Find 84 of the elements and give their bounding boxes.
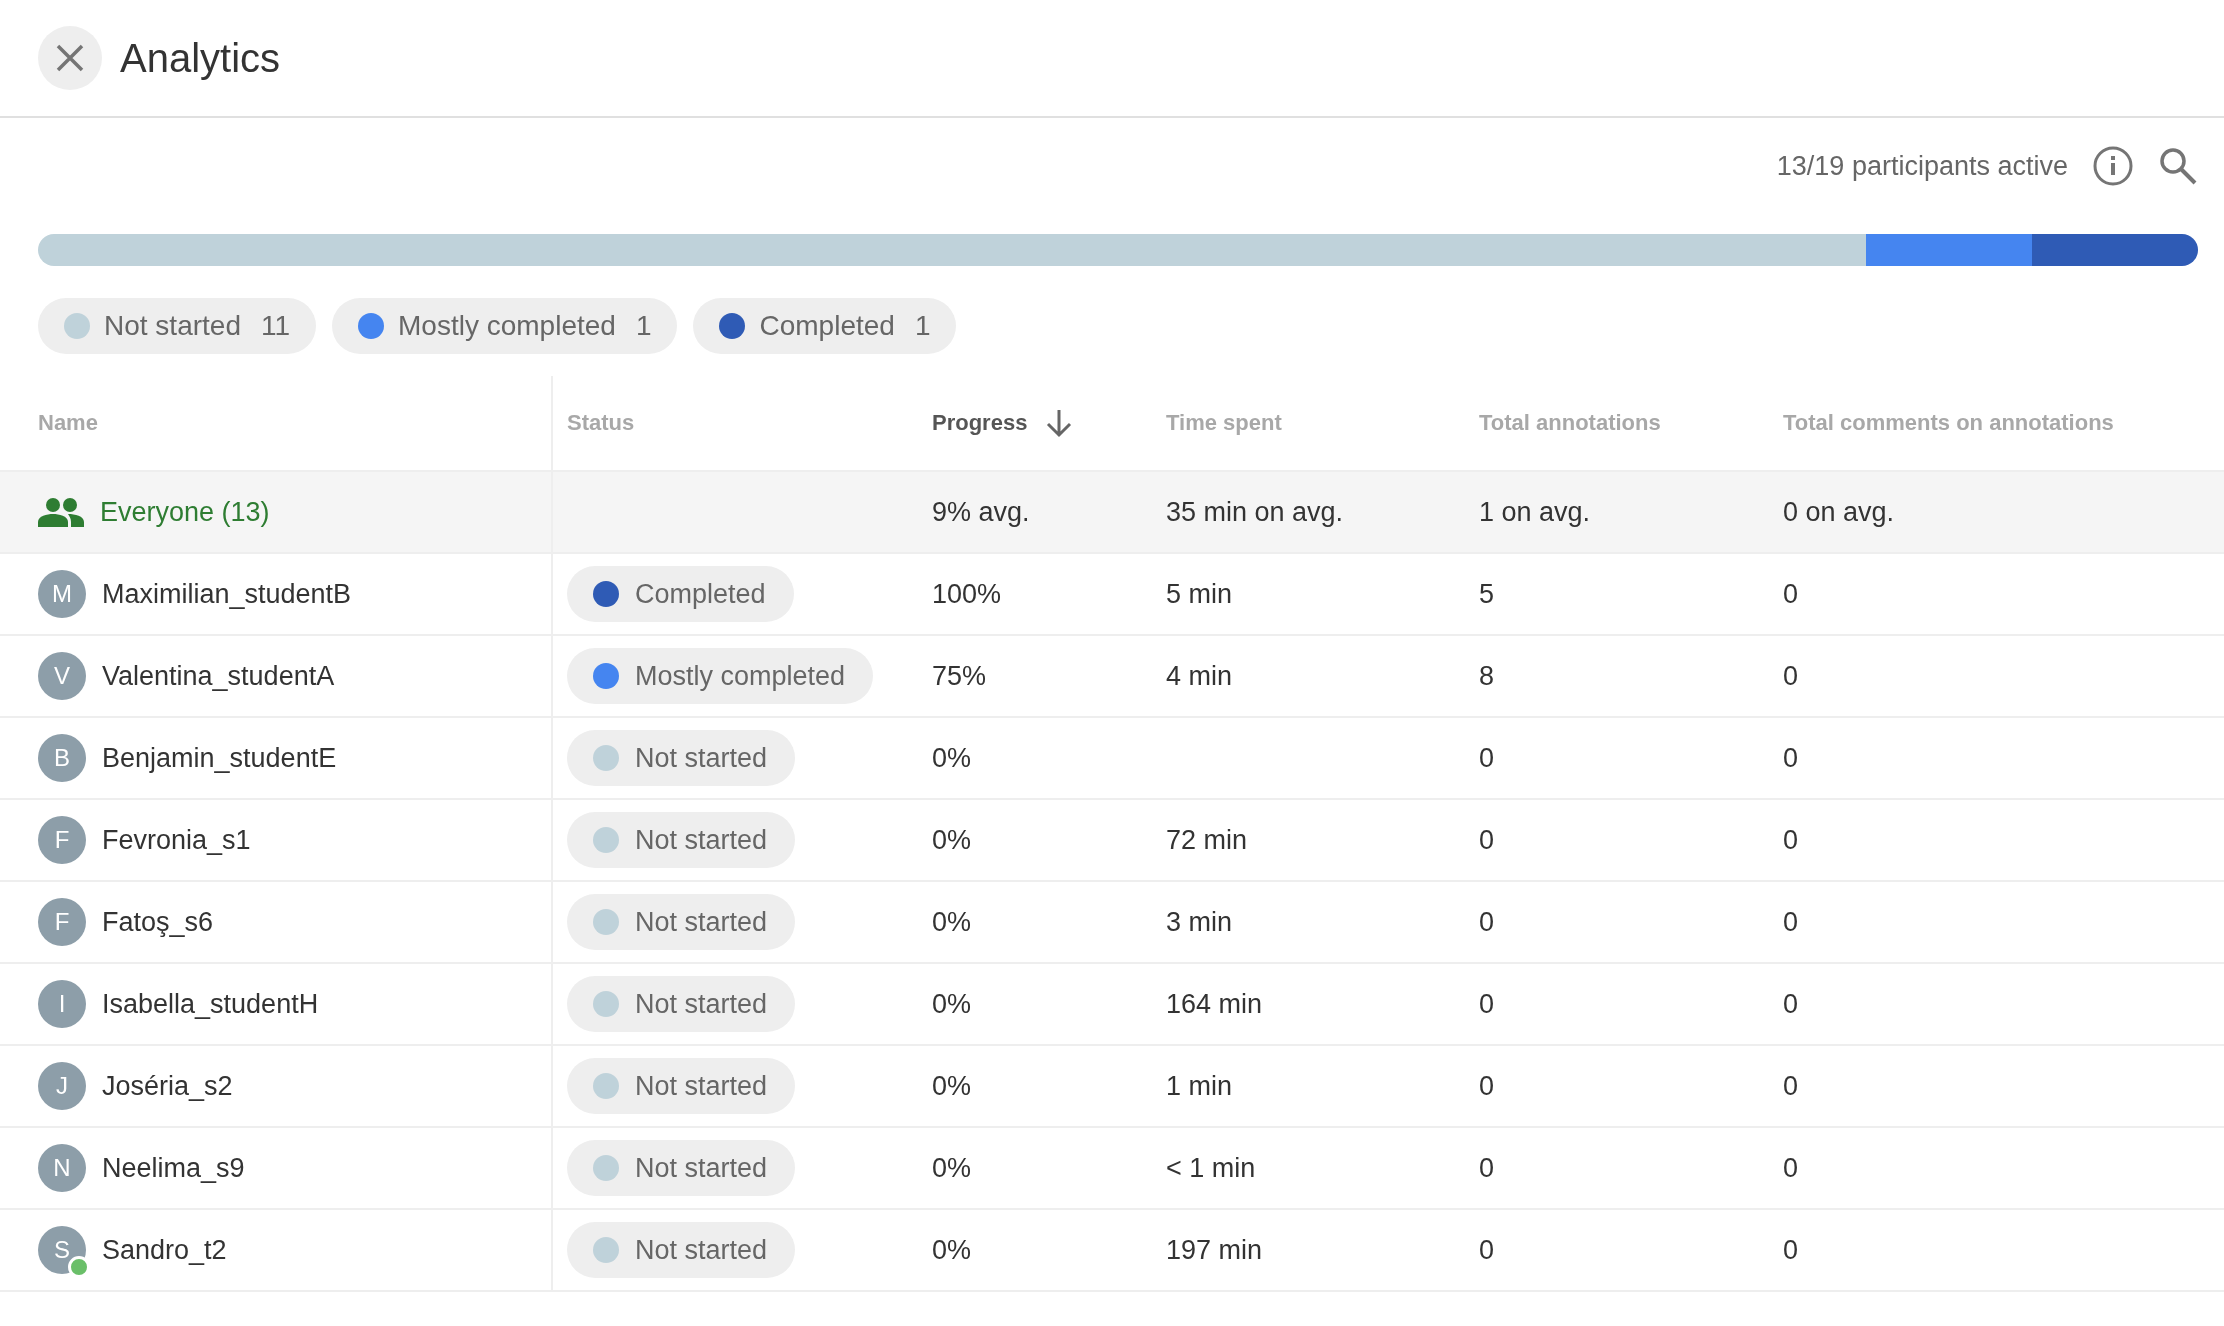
- avatar: M: [38, 570, 86, 618]
- table-cell: 0%: [932, 906, 972, 938]
- table-cell: 0: [1479, 1152, 1495, 1184]
- group-icon: [38, 497, 84, 527]
- table-cell: 0%: [932, 1070, 972, 1102]
- participant-name[interactable]: Fatoş_s6: [102, 906, 214, 938]
- status-chip: Not started: [567, 1222, 796, 1278]
- status-chip: Not started: [567, 1058, 796, 1114]
- participant-name[interactable]: Joséria_s2: [102, 1070, 233, 1102]
- chip-count: 1: [914, 310, 931, 342]
- avatar: N: [38, 1144, 86, 1192]
- table-cell: 0%: [932, 742, 972, 774]
- avatar: I: [38, 980, 86, 1028]
- table-cell: 100%: [932, 578, 1002, 610]
- status-chip: Not started: [567, 976, 796, 1032]
- table-cell: 1 on avg.: [1479, 496, 1591, 528]
- avatar: S: [38, 1226, 86, 1274]
- table-cell: 5 min: [1166, 578, 1233, 610]
- table-cell: 0 on avg.: [1783, 496, 1895, 528]
- participant-name[interactable]: Maximilian_studentB: [102, 578, 352, 610]
- table-cell: 0: [1479, 1234, 1495, 1266]
- table-cell: 164 min: [1166, 988, 1263, 1020]
- table-cell: 5: [1479, 578, 1495, 610]
- table-cell: 0: [1479, 906, 1495, 938]
- table-cell: 0: [1479, 824, 1495, 856]
- status-chip: Not started: [567, 894, 796, 950]
- status-filter-chip[interactable]: Mostly completed 1: [332, 298, 678, 354]
- table-cell: 1 min: [1166, 1070, 1233, 1102]
- chip-count: 1: [635, 310, 652, 342]
- table-cell: 0%: [932, 1234, 972, 1266]
- table-cell: 0: [1479, 742, 1495, 774]
- table-cell: 0: [1783, 906, 1799, 938]
- table-cell: 0: [1783, 988, 1799, 1020]
- status-chip: Completed: [567, 566, 794, 622]
- avatar: J: [38, 1062, 86, 1110]
- status-chip: Not started: [567, 730, 796, 786]
- table-cell: 75%: [932, 660, 987, 692]
- participant-name[interactable]: Benjamin_studentE: [102, 742, 337, 774]
- status-chip: Not started: [567, 812, 796, 868]
- avatar: F: [38, 898, 86, 946]
- status-chip: Not started: [567, 1140, 796, 1196]
- table-cell: 0: [1479, 1070, 1495, 1102]
- table-cell: 0: [1479, 988, 1495, 1020]
- participant-name[interactable]: Valentina_studentA: [102, 660, 335, 692]
- column-header[interactable]: Progress: [932, 410, 1028, 436]
- table-cell: 8: [1479, 660, 1495, 692]
- table-cell: 9% avg.: [932, 496, 1030, 528]
- participant-name[interactable]: Sandro_t2: [102, 1234, 227, 1266]
- chip-label: Not started: [104, 310, 241, 342]
- table-cell: 0: [1783, 742, 1799, 774]
- avatar: B: [38, 734, 86, 782]
- chip-count: 11: [260, 310, 291, 342]
- sort-arrow-icon[interactable]: [1045, 408, 1074, 438]
- table-cell: 0: [1783, 1070, 1799, 1102]
- info-icon[interactable]: [2092, 145, 2134, 187]
- status-filter-chip[interactable]: Not started 11: [38, 298, 317, 354]
- page-title: Analytics: [120, 35, 281, 81]
- table-cell: 35 min on avg.: [1166, 496, 1344, 528]
- participant-name[interactable]: Neelima_s9: [102, 1152, 245, 1184]
- status-chip: Mostly completed: [567, 648, 874, 704]
- close-icon: [55, 43, 85, 73]
- table-cell: 0: [1783, 1152, 1799, 1184]
- table-cell: < 1 min: [1166, 1152, 1256, 1184]
- table-cell: 0: [1783, 578, 1799, 610]
- table-cell: 0%: [932, 824, 972, 856]
- chip-label: Completed: [759, 310, 895, 342]
- table-cell: 0%: [932, 1152, 972, 1184]
- table-cell: 3 min: [1166, 906, 1233, 938]
- participant-name[interactable]: Fevronia_s1: [102, 824, 251, 856]
- participant-name[interactable]: Isabella_studentH: [102, 988, 319, 1020]
- table-cell: 0: [1783, 824, 1799, 856]
- avatar: F: [38, 816, 86, 864]
- table-cell: 4 min: [1166, 660, 1233, 692]
- search-icon[interactable]: [2158, 146, 2198, 186]
- table-cell: 0: [1783, 660, 1799, 692]
- table-cell: 0%: [932, 988, 972, 1020]
- table-cell: 197 min: [1166, 1234, 1263, 1266]
- chip-label: Mostly completed: [398, 310, 616, 342]
- avatar: V: [38, 652, 86, 700]
- active-participants-count: 13/19 participants active: [1776, 150, 2068, 182]
- table-cell: 72 min: [1166, 824, 1248, 856]
- group-name[interactable]: Everyone (13): [100, 496, 270, 528]
- table-cell: 0: [1783, 1234, 1799, 1266]
- status-filter-chip[interactable]: Completed 1: [693, 298, 957, 354]
